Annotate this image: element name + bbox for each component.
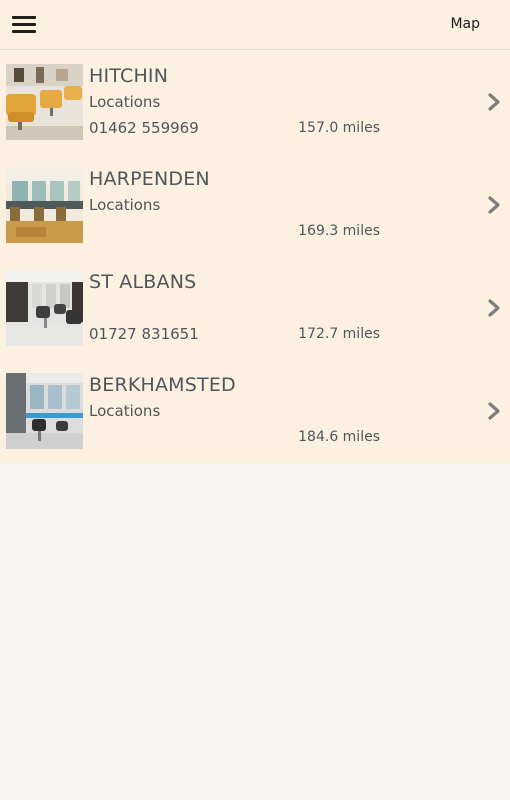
map-button[interactable]: Map (450, 16, 480, 32)
location-name: HARPENDEN (89, 168, 210, 190)
location-thumbnail (6, 167, 83, 243)
hamburger-menu-icon[interactable] (12, 14, 36, 36)
top-app-bar: Map (0, 0, 510, 50)
location-name: BERKHAMSTED (89, 374, 236, 396)
location-row-hitchin[interactable]: HITCHIN Locations 01462 559969 157.0 mil… (0, 51, 510, 154)
location-thumbnail (6, 270, 83, 346)
location-phone[interactable]: 01727 831651 (89, 325, 199, 343)
location-thumbnail (6, 64, 83, 140)
location-name: HITCHIN (89, 65, 169, 87)
location-distance: 172.7 miles (298, 326, 380, 342)
location-subtitle: Locations (89, 93, 161, 111)
location-thumbnail (6, 373, 83, 449)
location-subtitle: Locations (89, 402, 161, 420)
chevron-right-icon (488, 93, 500, 111)
location-row-st-albans[interactable]: ST ALBANS 01727 831651 172.7 miles (0, 257, 510, 360)
location-name: ST ALBANS (89, 271, 197, 293)
location-subtitle: Locations (89, 196, 161, 214)
location-row-berkhamsted[interactable]: BERKHAMSTED Locations 184.6 miles (0, 360, 510, 463)
chevron-right-icon (488, 299, 500, 317)
chevron-right-icon (488, 196, 500, 214)
location-distance: 157.0 miles (298, 120, 380, 136)
chevron-right-icon (488, 402, 500, 420)
location-list: HITCHIN Locations 01462 559969 157.0 mil… (0, 51, 510, 463)
location-distance: 169.3 miles (298, 223, 380, 239)
location-row-harpenden[interactable]: HARPENDEN Locations 169.3 miles (0, 154, 510, 257)
location-phone[interactable]: 01462 559969 (89, 119, 199, 137)
location-distance: 184.6 miles (298, 429, 380, 445)
